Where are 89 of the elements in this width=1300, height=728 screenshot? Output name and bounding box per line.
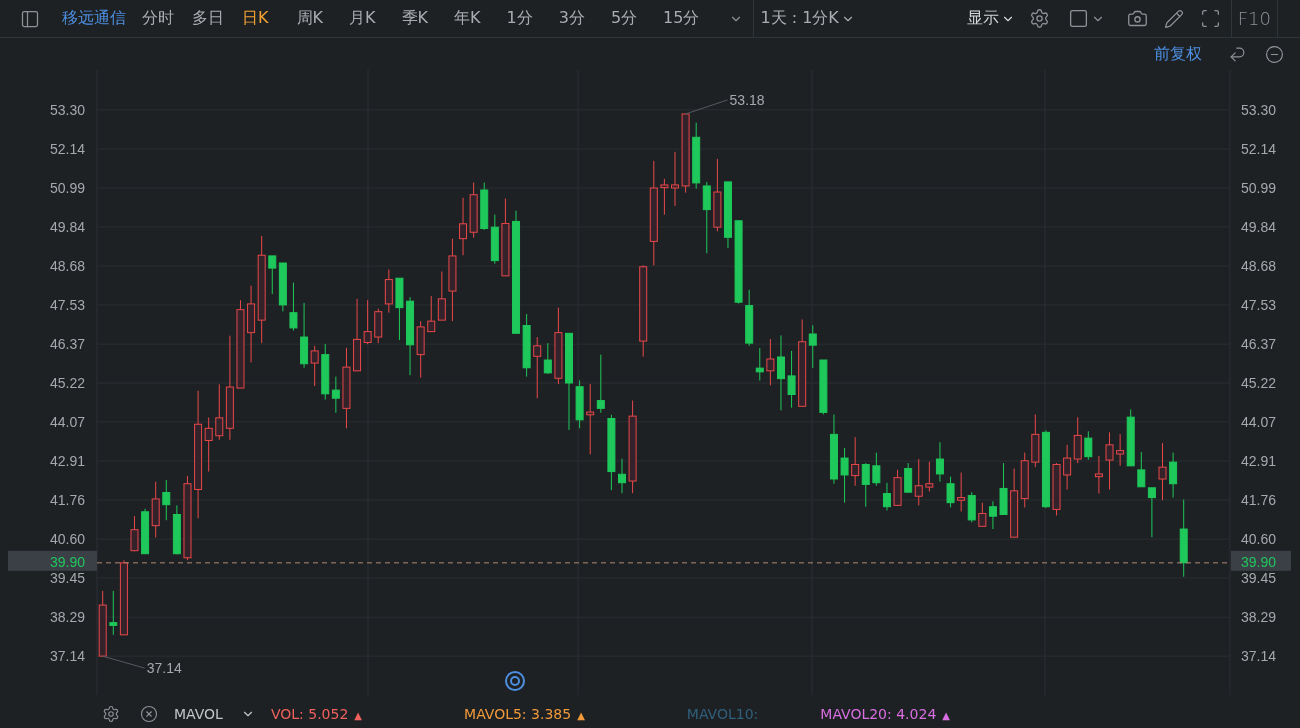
price-annotation: 53.18 (729, 91, 765, 108)
candlestick (1147, 487, 1156, 538)
period-tab[interactable]: 周K (296, 8, 323, 29)
candlestick (978, 502, 987, 527)
leader-line (685, 99, 729, 115)
indicator-value: VOL: 5.052 ▲ (270, 706, 363, 722)
axis-label: 49.84 (49, 218, 85, 235)
axis-label: 37.14 (49, 648, 85, 665)
candlestick (819, 359, 828, 415)
axis-label: 44.07 (49, 413, 85, 430)
candlestick (1137, 451, 1146, 488)
axis-label: 37.14 (1241, 648, 1277, 665)
candlestick (162, 479, 171, 521)
candlestick (596, 354, 605, 414)
candlestick (872, 452, 881, 487)
period-tab[interactable]: 多日 (192, 8, 224, 29)
axis-label: 41.76 (1241, 491, 1277, 508)
axis-label: 48.68 (49, 258, 85, 275)
axis-label: 50.99 (1241, 179, 1277, 196)
candlestick (278, 262, 287, 312)
candlestick (840, 447, 849, 504)
period-tab[interactable]: 5分 (610, 8, 638, 29)
candlestick (935, 441, 944, 483)
axis-label: 39.45 (49, 570, 85, 587)
range-dropdown[interactable]: 1天 : 1分K (760, 8, 855, 29)
candlestick (967, 491, 976, 523)
candlestick (172, 504, 181, 555)
axis-label: 42.91 (1241, 453, 1277, 470)
candlestick (575, 379, 584, 429)
candlestick (395, 277, 404, 341)
candlestick (1084, 430, 1093, 461)
axis-label: 47.53 (49, 296, 85, 313)
candlestick (289, 282, 298, 332)
indicator-value: MAVOL5: 3.385 ▲ (464, 706, 585, 722)
axis-label: 46.37 (1241, 336, 1277, 353)
candlestick (861, 462, 870, 508)
axis-label: 45.22 (49, 375, 85, 391)
price-annotation: 37.14 (146, 660, 182, 677)
axis-label: 42.91 (49, 453, 85, 470)
axis-label: 40.60 (1241, 531, 1277, 548)
axis-label: 39.45 (1241, 570, 1277, 587)
candlestick (946, 476, 955, 508)
display-dropdown[interactable]: 显示 (966, 8, 1015, 29)
axis-label: 53.30 (49, 101, 85, 118)
candlestick (829, 413, 838, 485)
adjust-button[interactable]: 前复权 (1154, 44, 1202, 65)
axis-label: 49.84 (1241, 218, 1277, 235)
candlestick (692, 122, 701, 190)
period-tab[interactable]: 分时 (142, 8, 174, 29)
axis-label: 46.37 (49, 336, 85, 353)
candlestick (724, 181, 732, 249)
candlestick (490, 214, 499, 265)
period-tab[interactable]: 3分 (558, 8, 585, 29)
period-tab[interactable]: 月K (349, 8, 376, 29)
axis-label: 38.29 (49, 609, 85, 626)
axis-label: 53.30 (1241, 101, 1277, 118)
axis-label: 52.14 (49, 141, 85, 158)
axis-label: 50.99 (49, 179, 85, 196)
period-tab[interactable]: 15分 (663, 8, 700, 29)
current-price-tag: 39.90 (1231, 550, 1291, 571)
axis-label: 48.68 (1241, 258, 1277, 275)
stock-name[interactable]: 移远通信 (62, 8, 126, 29)
indicator-value: MAVOL10: (686, 706, 759, 722)
leader-line (102, 655, 146, 669)
period-tab[interactable]: 年K (454, 8, 481, 29)
candlestick (141, 508, 150, 555)
period-tab[interactable]: 1分 (506, 8, 533, 29)
axis-label: 40.60 (49, 531, 85, 548)
axis-label: 38.29 (1241, 609, 1277, 626)
axis-label: 45.22 (1241, 375, 1277, 391)
candlestick (999, 462, 1008, 515)
candlestick (618, 458, 626, 494)
axis-label: 52.14 (1241, 141, 1277, 158)
candlestick (268, 255, 277, 295)
target-icon[interactable] (505, 671, 525, 691)
axis-label: 44.07 (1241, 413, 1277, 430)
indicator-value: MAVOL20: 4.024 ▲ (820, 706, 950, 722)
axis-label: 47.53 (1241, 296, 1277, 313)
period-tab[interactable]: 季K (401, 8, 428, 29)
candlestick (480, 182, 489, 231)
candlestick (988, 500, 997, 530)
f10-button[interactable]: F10 (1237, 8, 1271, 29)
candlestick (522, 313, 531, 378)
current-price-tag: 39.90 (8, 550, 97, 571)
indicator-dropdown[interactable]: MAVOL (174, 706, 255, 722)
candlestick (787, 350, 796, 409)
axis-label: 41.76 (49, 491, 85, 508)
period-tab[interactable]: 日K (242, 8, 269, 29)
candlestick (882, 482, 891, 511)
